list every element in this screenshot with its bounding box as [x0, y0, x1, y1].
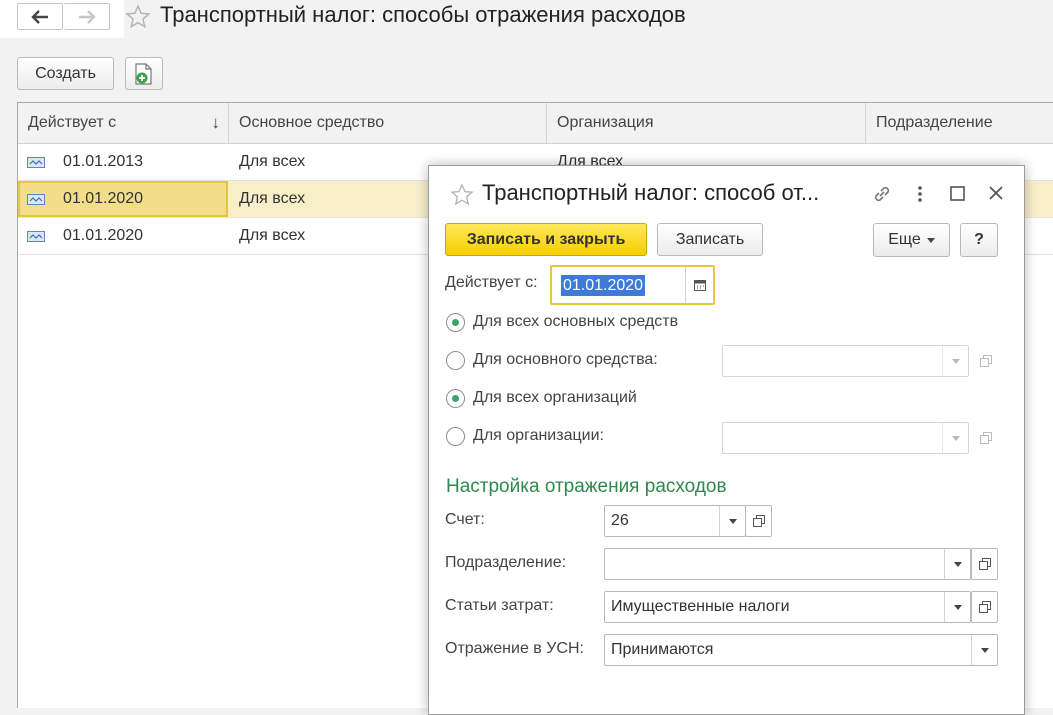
row-asset: Для всех [239, 227, 306, 244]
record-icon [27, 194, 45, 205]
save-button[interactable]: Записать [657, 223, 763, 256]
chevron-down-icon [926, 237, 935, 243]
more-vertical-icon[interactable] [915, 184, 925, 204]
record-icon [27, 231, 45, 242]
link-icon[interactable] [871, 183, 893, 205]
single-asset-label: Для основного средства: [473, 351, 658, 368]
open-form-icon [978, 601, 991, 613]
account-open-button[interactable] [745, 505, 772, 537]
chevron-down-icon [953, 561, 962, 567]
org-dropdown[interactable] [942, 423, 968, 453]
create-button[interactable]: Создать [17, 57, 114, 90]
all-orgs-label: Для всех организаций [473, 389, 637, 406]
column-header-organization[interactable]: Организация [547, 103, 866, 143]
arrow-right-icon [78, 9, 96, 24]
chevron-down-icon [951, 358, 960, 364]
cost-item-dropdown[interactable] [944, 592, 970, 622]
chevron-down-icon [951, 435, 960, 441]
usn-select[interactable]: Принимаются [604, 634, 998, 666]
back-button[interactable] [17, 3, 63, 30]
date-label: Действует с: [445, 274, 538, 291]
single-org-label: Для организации: [473, 427, 604, 444]
close-icon[interactable] [988, 185, 1004, 201]
division-dropdown[interactable] [944, 549, 970, 579]
asset-open-button[interactable] [972, 345, 999, 377]
sort-down-icon: ↓ [211, 113, 221, 132]
all-assets-radio[interactable] [446, 313, 465, 332]
copy-document-button[interactable] [125, 57, 163, 90]
chevron-down-icon [980, 647, 989, 653]
date-input[interactable]: 01.01.2020 [550, 265, 715, 305]
cost-item-label: Статьи затрат: [445, 597, 554, 614]
single-org-radio[interactable] [446, 427, 465, 446]
chevron-down-icon [953, 604, 962, 610]
asset-select[interactable] [722, 345, 969, 377]
open-form-icon [978, 558, 991, 570]
open-form-icon [979, 355, 992, 367]
favorite-star-icon[interactable] [450, 183, 474, 207]
open-form-icon [752, 515, 765, 527]
all-assets-label: Для всех основных средств [473, 313, 679, 330]
single-asset-radio[interactable] [446, 351, 465, 370]
forward-button[interactable] [64, 3, 110, 30]
cost-item-open-button[interactable] [971, 591, 998, 623]
account-label: Счет: [445, 511, 485, 528]
calendar-button[interactable] [685, 267, 713, 303]
dialog-title: Транспортный налог: способ от... [482, 180, 820, 205]
asset-dropdown[interactable] [942, 346, 968, 376]
cost-item-value: Имущественные налоги [611, 598, 790, 615]
document-add-icon [135, 62, 152, 85]
org-select[interactable] [722, 422, 969, 454]
maximize-icon[interactable] [950, 186, 965, 201]
row-date: 01.01.2020 [63, 227, 144, 244]
record-icon [27, 157, 45, 168]
calendar-icon [693, 280, 706, 291]
division-open-button[interactable] [971, 548, 998, 580]
row-asset: Для всех [239, 153, 306, 170]
cost-item-select[interactable]: Имущественные налоги [604, 591, 971, 623]
favorite-star-icon[interactable] [125, 4, 151, 30]
division-select[interactable] [604, 548, 971, 580]
column-header-asset[interactable]: Основное средство [229, 103, 547, 143]
chevron-down-icon [728, 518, 737, 524]
settings-dialog: Транспортный налог: способ от... Записат… [428, 165, 1025, 715]
account-value: 26 [611, 512, 629, 529]
column-header-division[interactable]: Подразделение [866, 103, 1053, 143]
row-asset: Для всех [239, 190, 306, 207]
navigation-bar [0, 0, 124, 38]
row-date: 01.01.2013 [63, 153, 144, 170]
section-title: Настройка отражения расходов [446, 476, 727, 497]
page-title: Транспортный налог: способы отражения ра… [160, 2, 686, 27]
help-button[interactable]: ? [960, 223, 998, 257]
org-open-button[interactable] [972, 422, 999, 454]
date-value: 01.01.2020 [561, 275, 646, 296]
more-button[interactable]: Еще [873, 223, 950, 257]
division-label: Подразделение: [445, 554, 567, 571]
account-select[interactable]: 26 [604, 505, 746, 537]
usn-value: Принимаются [611, 641, 714, 658]
table-header: Действует с ↓ Основное средство Организа… [18, 103, 1053, 144]
row-date: 01.01.2020 [63, 190, 144, 207]
column-header-date[interactable]: Действует с ↓ [18, 103, 229, 143]
all-orgs-radio[interactable] [446, 389, 465, 408]
open-form-icon [979, 432, 992, 444]
usn-dropdown[interactable] [971, 635, 997, 665]
usn-label: Отражение в УСН: [445, 640, 584, 657]
account-dropdown[interactable] [719, 506, 745, 536]
arrow-left-icon [31, 9, 48, 24]
save-and-close-button[interactable]: Записать и закрыть [445, 223, 647, 256]
